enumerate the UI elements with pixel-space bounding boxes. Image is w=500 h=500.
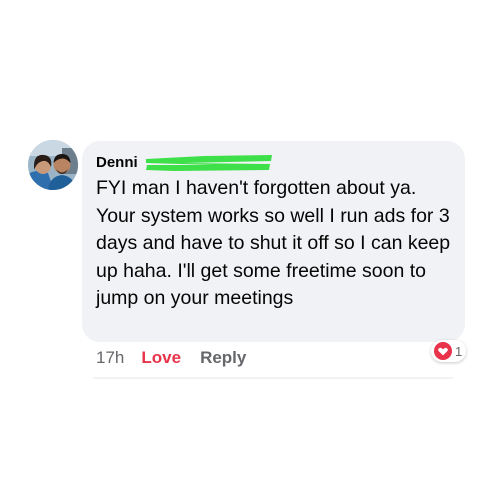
heart-icon	[434, 342, 452, 360]
love-reaction-button[interactable]: Love	[141, 348, 181, 368]
comment-timestamp[interactable]: 17h	[96, 348, 124, 368]
comment-text: FYI man I haven't forgotten about ya. Yo…	[96, 177, 451, 309]
comment-actions: 17h Love Reply	[96, 346, 246, 370]
redaction-mark-icon	[146, 155, 272, 171]
reaction-badge[interactable]: 1	[431, 340, 467, 362]
reaction-count: 1	[455, 343, 463, 359]
comment-screenshot: Denni FYI man I haven't forgotten about …	[0, 0, 500, 500]
comment-bubble: Denni FYI man I haven't forgotten about …	[82, 141, 465, 342]
avatar-photo-icon	[28, 140, 78, 190]
author-avatar[interactable]	[28, 140, 78, 190]
comment-header: Denni	[96, 151, 451, 174]
divider	[93, 377, 453, 379]
reply-button[interactable]: Reply	[200, 348, 246, 368]
author-name[interactable]: Denni	[96, 154, 138, 171]
